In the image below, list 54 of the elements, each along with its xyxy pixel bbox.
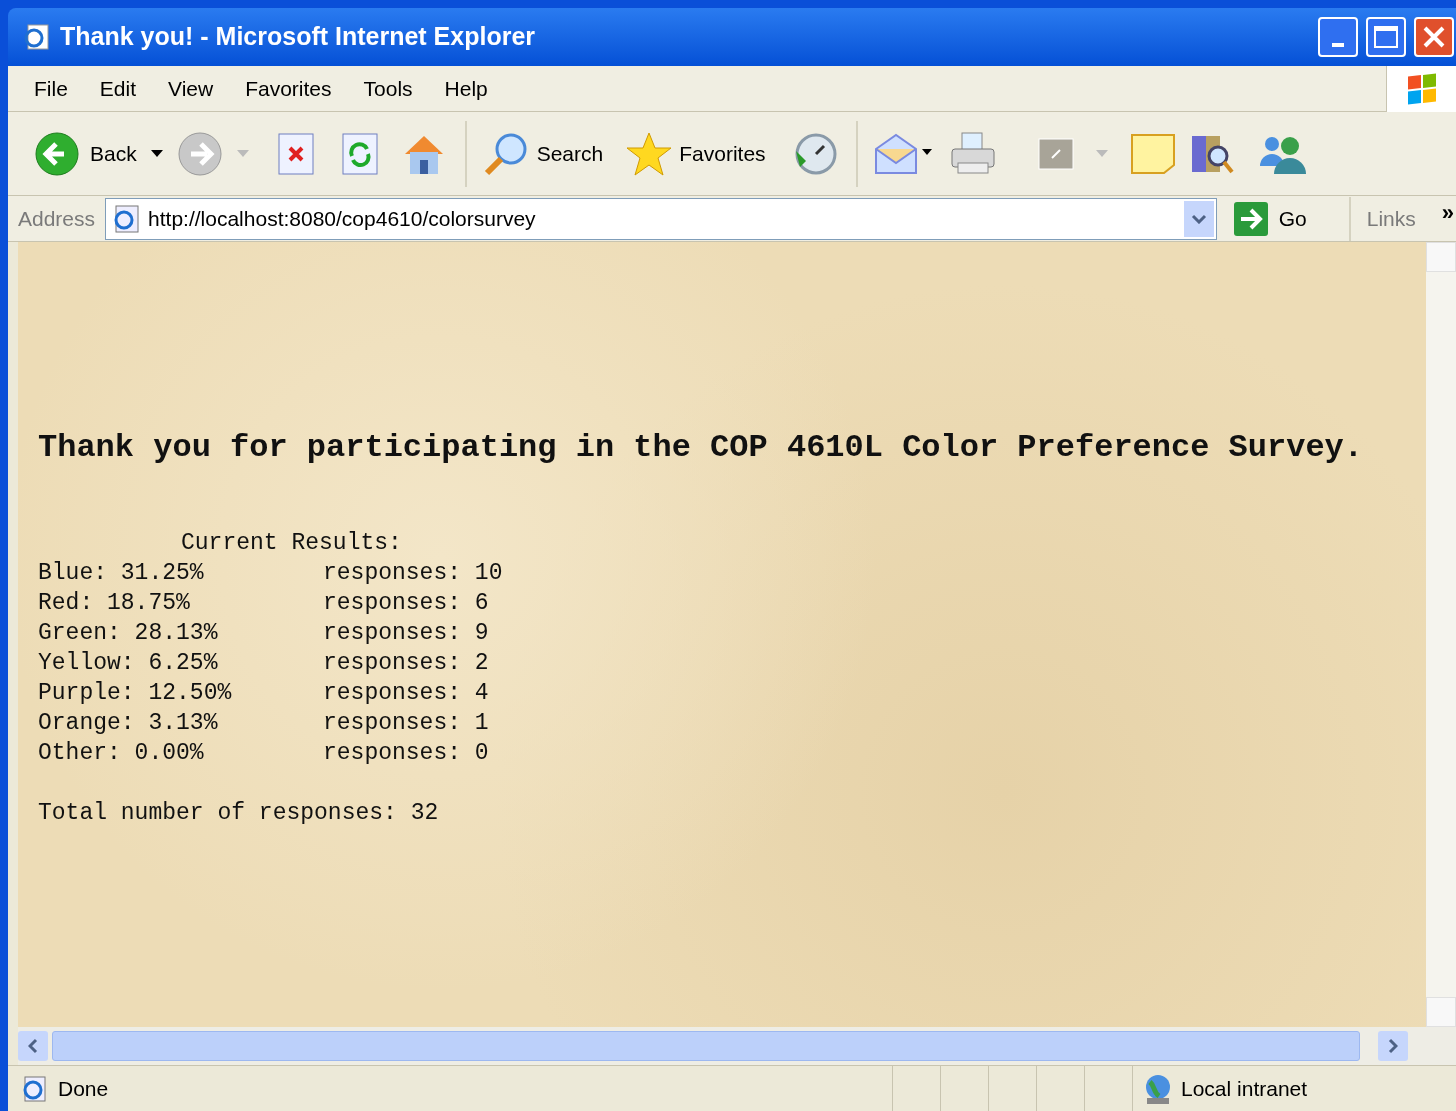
result-label: Orange: 3.13%	[38, 709, 219, 738]
more-button[interactable]: »	[1441, 196, 1456, 229]
total-responses: Total number of responses: 32	[38, 799, 440, 828]
result-label: Red: 18.75%	[38, 589, 191, 618]
menu-item[interactable]: View	[158, 72, 224, 105]
result-responses: responses: 6	[323, 589, 489, 618]
result-label: Yellow: 6.25%	[38, 649, 219, 678]
favorites-button[interactable]: Favorites	[625, 130, 766, 177]
result-responses: responses: 10	[323, 559, 503, 588]
close-button[interactable]	[1414, 17, 1454, 57]
go-button[interactable]: Go	[1232, 200, 1339, 237]
note-icon[interactable]	[1129, 132, 1176, 175]
scroll-left-button[interactable]	[18, 1031, 48, 1061]
result-responses: responses: 2	[323, 649, 489, 678]
menu-item[interactable]: Edit	[89, 72, 147, 105]
result-responses: responses: 0	[323, 739, 489, 768]
horizontal-scrollbar-thumb[interactable]	[52, 1031, 1360, 1061]
star-icon	[625, 130, 674, 177]
result-responses: responses: 1	[323, 709, 489, 738]
result-responses: responses: 4	[323, 679, 489, 708]
menu-item[interactable]: File	[24, 72, 78, 105]
vertical-scrollbar[interactable]	[1426, 242, 1456, 1027]
search-button[interactable]: Search	[480, 130, 604, 177]
result-responses: responses: 9	[323, 619, 489, 648]
menu-item[interactable]: Tools	[353, 72, 423, 105]
result-label: Green: 28.13%	[38, 619, 219, 648]
result-label: Blue: 31.25%	[38, 559, 205, 588]
page-heading: Thank you for participating in the COP 4610L Color Preference Survey.	[38, 428, 1364, 468]
dropdown-button[interactable]	[1183, 200, 1214, 237]
page-icon	[22, 22, 52, 52]
address-label: Address	[18, 205, 96, 232]
refresh-icon[interactable]	[340, 131, 379, 176]
results-title: Current Results:	[181, 529, 403, 558]
zone-text: Local intranet	[1181, 1075, 1308, 1102]
chevron-right-icon	[1388, 1038, 1398, 1054]
maximize-button[interactable]	[1366, 17, 1406, 57]
scroll-right-button[interactable]	[1378, 1031, 1408, 1061]
arrow-right-icon	[1232, 200, 1269, 237]
chevron-down-icon	[1190, 213, 1207, 224]
minimize-button[interactable]	[1318, 17, 1358, 57]
chevron-left-icon	[28, 1038, 38, 1054]
links-button[interactable]: Links	[1366, 202, 1416, 235]
address-field[interactable]: http://localhost:8080/cop4610/colorsurvey	[105, 197, 1217, 240]
status-text: Done	[58, 1075, 110, 1102]
menu-item[interactable]: Help	[434, 72, 498, 105]
menu-item[interactable]: Favorites	[235, 72, 342, 105]
result-label: Other: 0.00%	[38, 739, 205, 768]
back-button[interactable]: Back	[34, 130, 137, 177]
close-icon	[1422, 25, 1446, 49]
edit-icon[interactable]	[1037, 137, 1074, 170]
stop-icon[interactable]	[276, 131, 315, 176]
result-label: Purple: 12.50%	[38, 679, 233, 708]
window-title: Thank you! - Microsoft Internet Explorer	[60, 21, 536, 53]
caret-icon[interactable]	[150, 149, 163, 158]
